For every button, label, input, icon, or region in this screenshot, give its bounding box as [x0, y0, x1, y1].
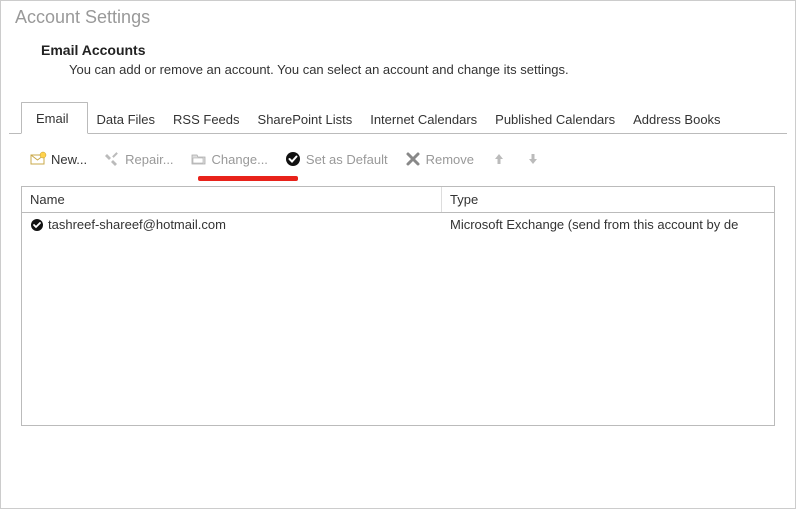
list-header: Name Type: [22, 187, 774, 213]
repair-tools-icon: [103, 150, 121, 168]
new-mail-icon: [29, 150, 47, 168]
tab-published-calendars[interactable]: Published Calendars: [486, 103, 624, 134]
change-folder-icon: [190, 150, 208, 168]
new-button-label: New...: [51, 152, 87, 167]
list-row-name-cell: tashreef-shareef@hotmail.com: [22, 213, 442, 236]
header-block: Email Accounts You can add or remove an …: [1, 32, 795, 101]
default-check-icon: [30, 218, 44, 232]
repair-button-label: Repair...: [125, 152, 173, 167]
highlight-underline: [198, 176, 298, 181]
tab-address-books[interactable]: Address Books: [624, 103, 729, 134]
header-description: You can add or remove an account. You ca…: [41, 58, 795, 101]
tabs-row: Email Data Files RSS Feeds SharePoint Li…: [9, 101, 787, 134]
move-down-button[interactable]: [520, 148, 546, 170]
new-button[interactable]: New...: [25, 148, 91, 170]
toolbar: New... Repair... Change... Set a: [1, 134, 795, 176]
tab-data-files[interactable]: Data Files: [88, 103, 165, 134]
tab-rss-feeds[interactable]: RSS Feeds: [164, 103, 248, 134]
repair-button[interactable]: Repair...: [99, 148, 177, 170]
set-default-button[interactable]: Set as Default: [280, 148, 392, 170]
remove-button-label: Remove: [426, 152, 474, 167]
change-button[interactable]: Change...: [186, 148, 272, 170]
column-header-name[interactable]: Name: [22, 187, 442, 212]
tab-sharepoint-lists[interactable]: SharePoint Lists: [249, 103, 362, 134]
check-circle-icon: [284, 150, 302, 168]
arrow-up-icon: [490, 150, 508, 168]
remove-x-icon: [404, 150, 422, 168]
list-row-type: Microsoft Exchange (send from this accou…: [442, 213, 774, 236]
set-default-button-label: Set as Default: [306, 152, 388, 167]
list-row-name: tashreef-shareef@hotmail.com: [48, 217, 226, 232]
tab-internet-calendars[interactable]: Internet Calendars: [361, 103, 486, 134]
move-up-button[interactable]: [486, 148, 512, 170]
list-row[interactable]: tashreef-shareef@hotmail.com Microsoft E…: [22, 213, 774, 236]
account-list: Name Type tashreef-shareef@hotmail.com M…: [21, 186, 775, 426]
column-header-type[interactable]: Type: [442, 187, 774, 212]
arrow-down-icon: [524, 150, 542, 168]
page-title: Account Settings: [1, 1, 795, 32]
remove-button[interactable]: Remove: [400, 148, 478, 170]
header-title: Email Accounts: [41, 42, 795, 58]
change-button-label: Change...: [212, 152, 268, 167]
tab-email[interactable]: Email: [21, 102, 88, 134]
